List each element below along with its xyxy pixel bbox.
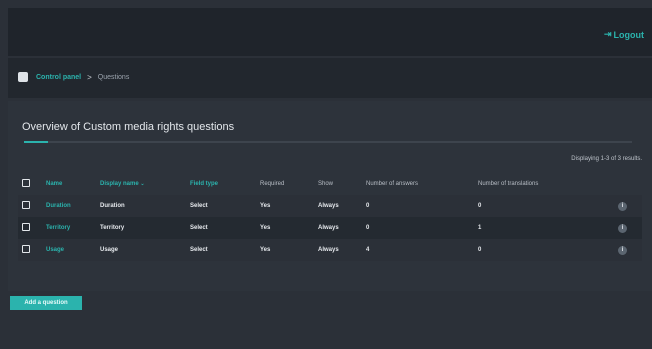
table-row: Territory Territory Select Yes Always 0 … bbox=[18, 217, 642, 239]
breadcrumb-separator: > bbox=[87, 73, 92, 82]
logout-icon: ⇥ bbox=[603, 29, 612, 39]
main-panel: Overview of Custom media rights question… bbox=[8, 101, 652, 291]
home-icon[interactable] bbox=[18, 72, 28, 82]
row-answers: 0 bbox=[366, 225, 370, 231]
breadcrumb-bar: Control panel > Questions bbox=[8, 58, 652, 98]
row-translations: 0 bbox=[478, 247, 482, 253]
info-icon[interactable]: i bbox=[618, 245, 627, 255]
row-required: Yes bbox=[260, 247, 271, 253]
logout-link[interactable]: ⇥ Logout bbox=[604, 29, 644, 40]
breadcrumb-control-panel[interactable]: Control panel bbox=[36, 74, 81, 81]
info-icon[interactable]: i bbox=[618, 201, 627, 211]
table-header-row: Name Display name ⌄ Field type Required … bbox=[18, 173, 642, 195]
row-name-link[interactable]: Duration bbox=[42, 195, 96, 217]
row-required: Yes bbox=[260, 225, 271, 231]
column-number-of-translations: Number of translations bbox=[478, 181, 539, 187]
results-count: Displaying 1-3 of 3 results. bbox=[571, 156, 642, 162]
page-title: Overview of Custom media rights question… bbox=[22, 121, 235, 133]
row-field-type: Select bbox=[190, 247, 208, 253]
row-checkbox[interactable] bbox=[22, 223, 30, 231]
progress-fill bbox=[24, 141, 49, 143]
column-number-of-answers: Number of answers bbox=[366, 181, 419, 187]
add-question-button[interactable]: Add a question bbox=[10, 296, 82, 310]
column-field-type[interactable]: Field type bbox=[186, 173, 256, 195]
row-answers: 4 bbox=[366, 247, 370, 253]
row-show: Always bbox=[318, 225, 339, 231]
logout-label: Logout bbox=[613, 29, 645, 40]
row-checkbox[interactable] bbox=[22, 245, 30, 253]
column-display-name-label: Display name bbox=[100, 181, 139, 187]
table-row: Duration Duration Select Yes Always 0 0 … bbox=[18, 195, 642, 217]
column-show: Show bbox=[318, 181, 334, 187]
row-field-type: Select bbox=[190, 225, 208, 231]
questions-table: Name Display name ⌄ Field type Required … bbox=[18, 173, 642, 261]
column-name[interactable]: Name bbox=[42, 173, 96, 195]
row-show: Always bbox=[318, 247, 339, 253]
column-display-name[interactable]: Display name ⌄ bbox=[96, 173, 186, 195]
row-display-name: Usage bbox=[100, 247, 119, 253]
select-all-checkbox[interactable] bbox=[22, 179, 30, 187]
table-row: Usage Usage Select Yes Always 4 0 i bbox=[18, 239, 642, 261]
row-field-type: Select bbox=[190, 203, 208, 209]
row-name-link[interactable]: Usage bbox=[42, 239, 96, 261]
breadcrumb-questions: Questions bbox=[97, 74, 130, 81]
row-display-name: Territory bbox=[100, 225, 125, 231]
row-translations: 1 bbox=[478, 225, 482, 231]
row-display-name: Duration bbox=[100, 203, 125, 209]
row-translations: 0 bbox=[478, 203, 482, 209]
row-checkbox[interactable] bbox=[22, 201, 30, 209]
column-required: Required bbox=[260, 181, 285, 187]
progress-bar bbox=[24, 141, 632, 143]
row-required: Yes bbox=[260, 203, 271, 209]
info-icon[interactable]: i bbox=[618, 223, 627, 233]
row-name-link[interactable]: Territory bbox=[42, 217, 96, 239]
row-answers: 0 bbox=[366, 203, 370, 209]
top-bar: ⇥ Logout bbox=[8, 8, 652, 56]
breadcrumb: Control panel > Questions bbox=[36, 73, 129, 82]
row-show: Always bbox=[318, 203, 339, 209]
sort-down-icon: ⌄ bbox=[140, 181, 145, 187]
